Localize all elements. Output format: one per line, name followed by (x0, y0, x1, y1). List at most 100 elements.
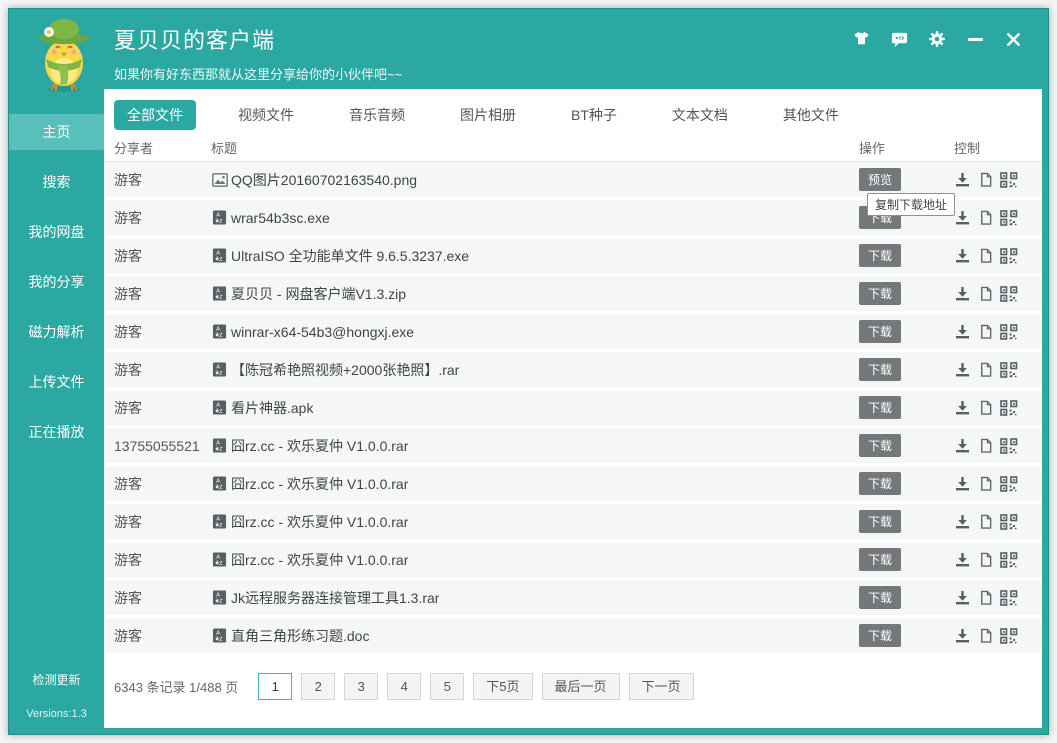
file-title-link[interactable]: 夏贝贝 - 网盘客户端V1.3.zip (231, 284, 406, 304)
copy-link-icon[interactable] (978, 286, 993, 302)
download-icon[interactable] (954, 209, 971, 226)
shirt-icon[interactable] (850, 28, 872, 50)
qrcode-icon[interactable] (1000, 210, 1018, 226)
table-row: 游客 A Z 囧rz.cc - 欢乐夏仲 V1.0.0.rar 下载 (104, 466, 1042, 501)
file-title-link[interactable]: 囧rz.cc - 欢乐夏仲 V1.0.0.rar (231, 550, 408, 570)
sidebar-item-6[interactable]: 正在播放 (9, 414, 104, 450)
file-type-icon: A Z (211, 171, 228, 188)
column-header-action: 操作 (859, 138, 954, 157)
copy-link-icon[interactable] (978, 400, 993, 416)
page-number-button-1[interactable]: 1 (258, 673, 292, 700)
sharer-cell: 游客 (104, 322, 211, 342)
desktop: { "header": { "title": "夏贝贝的客户端", "subti… (0, 0, 1057, 743)
file-title-link[interactable]: wrar54b3sc.exe (231, 210, 330, 226)
page-number-button-5[interactable]: 5 (430, 673, 464, 700)
download-icon[interactable] (954, 513, 971, 530)
page-number-button-3[interactable]: 3 (344, 673, 378, 700)
check-update-button[interactable]: 检测更新 (9, 671, 104, 688)
download-icon[interactable] (954, 285, 971, 302)
sidebar-item-2[interactable]: 我的网盘 (9, 214, 104, 250)
file-title-link[interactable]: 直角三角形练习题.doc (231, 626, 369, 646)
download-icon[interactable] (954, 437, 971, 454)
sidebar-item-5[interactable]: 上传文件 (9, 364, 104, 400)
tab-6[interactable]: 其他文件 (770, 100, 852, 130)
copy-link-icon[interactable] (978, 362, 993, 378)
copy-link-icon[interactable] (978, 476, 993, 492)
sidebar-item-1[interactable]: 搜索 (9, 164, 104, 200)
action-button[interactable]: 下载 (859, 472, 901, 495)
tab-3[interactable]: 图片相册 (447, 100, 529, 130)
download-icon[interactable] (954, 247, 971, 264)
action-button[interactable]: 下载 (859, 282, 901, 305)
action-button[interactable]: 预览 (859, 168, 901, 191)
download-icon[interactable] (954, 399, 971, 416)
file-title-link[interactable]: winrar-x64-54b3@hongxj.exe (231, 324, 414, 340)
file-title-link[interactable]: Jk远程服务器连接管理工具1.3.rar (231, 588, 439, 608)
next-page-button[interactable]: 下一页 (629, 673, 694, 700)
action-button[interactable]: 下载 (859, 548, 901, 571)
minimize-button[interactable] (964, 28, 986, 50)
copy-link-icon[interactable] (978, 514, 993, 530)
file-title-link[interactable]: UltraISO 全功能单文件 9.6.5.3237.exe (231, 246, 469, 266)
last-page-button[interactable]: 最后一页 (542, 673, 620, 700)
action-button[interactable]: 下载 (859, 510, 901, 533)
page-number-button-2[interactable]: 2 (301, 673, 335, 700)
svg-text:A: A (216, 592, 220, 598)
action-button[interactable]: 下载 (859, 624, 901, 647)
qrcode-icon[interactable] (1000, 248, 1018, 264)
download-icon[interactable] (954, 627, 971, 644)
qrcode-icon[interactable] (1000, 286, 1018, 302)
sidebar-item-3[interactable]: 我的分享 (9, 264, 104, 300)
file-title-link[interactable]: 囧rz.cc - 欢乐夏仲 V1.0.0.rar (231, 474, 408, 494)
tab-2[interactable]: 音乐音频 (336, 100, 418, 130)
file-title-link[interactable]: QQ图片20160702163540.png (231, 170, 417, 190)
copy-link-icon[interactable] (978, 438, 993, 454)
qrcode-icon[interactable] (1000, 324, 1018, 340)
copy-link-icon[interactable] (978, 552, 993, 568)
file-title-link[interactable]: 【陈冠希艳照视频+2000张艳照】.rar (231, 360, 459, 380)
tab-0[interactable]: 全部文件 (114, 100, 196, 130)
action-button[interactable]: 下载 (859, 396, 901, 419)
file-title-link[interactable]: 囧rz.cc - 欢乐夏仲 V1.0.0.rar (231, 436, 408, 456)
close-button[interactable] (1002, 28, 1024, 50)
qrcode-icon[interactable] (1000, 172, 1018, 188)
download-icon[interactable] (954, 323, 971, 340)
action-button[interactable]: 下载 (859, 434, 901, 457)
qrcode-icon[interactable] (1000, 362, 1018, 378)
qrcode-icon[interactable] (1000, 552, 1018, 568)
download-icon[interactable] (954, 361, 971, 378)
copy-link-icon[interactable] (978, 590, 993, 606)
page-number-button-4[interactable]: 4 (387, 673, 421, 700)
sidebar-item-4[interactable]: 磁力解析 (9, 314, 104, 350)
action-button[interactable]: 下载 (859, 358, 901, 381)
action-button[interactable]: 下载 (859, 320, 901, 343)
file-title-link[interactable]: 看片神器.apk (231, 398, 313, 418)
svg-text:A: A (216, 212, 220, 218)
chat-icon[interactable] (888, 28, 910, 50)
file-type-icon: A Z (211, 323, 228, 340)
copy-link-icon[interactable] (978, 628, 993, 644)
file-title-link[interactable]: 囧rz.cc - 欢乐夏仲 V1.0.0.rar (231, 512, 408, 532)
tab-4[interactable]: BT种子 (558, 100, 630, 130)
action-button[interactable]: 下载 (859, 586, 901, 609)
tab-5[interactable]: 文本文档 (659, 100, 741, 130)
tab-1[interactable]: 视频文件 (225, 100, 307, 130)
download-icon[interactable] (954, 551, 971, 568)
gear-icon[interactable] (926, 28, 948, 50)
copy-link-icon[interactable] (978, 172, 993, 188)
sidebar-item-0[interactable]: 主页 (9, 114, 104, 150)
qrcode-icon[interactable] (1000, 400, 1018, 416)
download-icon[interactable] (954, 475, 971, 492)
download-icon[interactable] (954, 589, 971, 606)
qrcode-icon[interactable] (1000, 476, 1018, 492)
copy-link-icon[interactable] (978, 210, 993, 226)
next-5-pages-button[interactable]: 下5页 (473, 673, 532, 700)
download-icon[interactable] (954, 171, 971, 188)
copy-link-icon[interactable] (978, 324, 993, 340)
qrcode-icon[interactable] (1000, 590, 1018, 606)
qrcode-icon[interactable] (1000, 438, 1018, 454)
qrcode-icon[interactable] (1000, 514, 1018, 530)
qrcode-icon[interactable] (1000, 628, 1018, 644)
action-button[interactable]: 下载 (859, 244, 901, 267)
copy-link-icon[interactable] (978, 248, 993, 264)
